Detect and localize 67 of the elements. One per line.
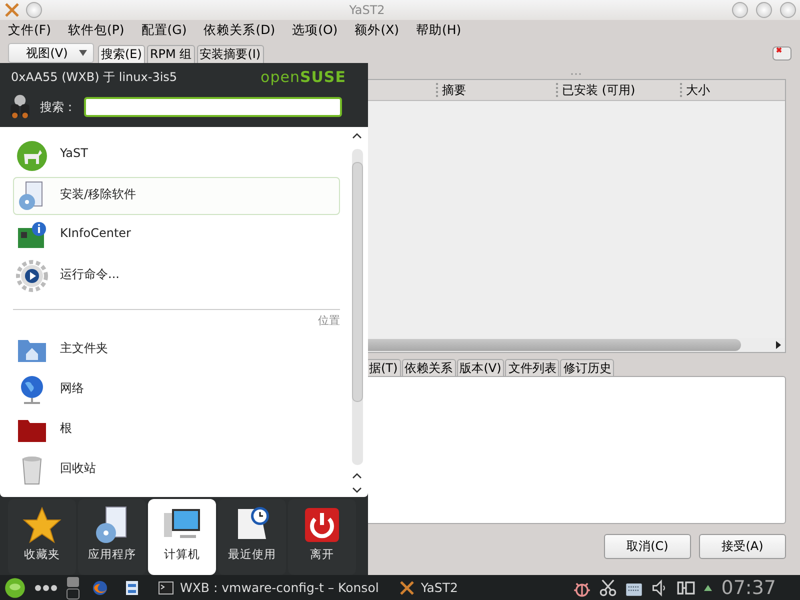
file-cabinet-icon[interactable] — [124, 580, 140, 596]
tools-icon — [4, 2, 20, 18]
taskbar-task[interactable]: WXB : vmware-config-t – Konsol — [152, 580, 385, 596]
launcher-button[interactable] — [4, 576, 26, 598]
star-icon — [22, 505, 62, 545]
search-field[interactable] — [84, 97, 342, 117]
resize-handle-icon[interactable] — [571, 73, 581, 75]
launcher-tab[interactable]: 最近使用 — [218, 499, 286, 575]
launcher-item[interactable]: 回收站 — [13, 451, 340, 489]
details-tab[interactable]: 文件列表 — [505, 359, 560, 376]
launcher-item[interactable]: 根 — [13, 411, 340, 449]
dialog-button[interactable]: 接受(A) — [699, 534, 786, 559]
tab[interactable]: 安装摘要(I) — [196, 45, 264, 63]
gear-play-icon — [16, 260, 48, 292]
taskbar-task[interactable]: YaST2 — [392, 580, 464, 596]
launcher-item[interactable]: 安装/移除软件 — [13, 177, 340, 215]
tab[interactable]: RPM 组 — [146, 45, 195, 63]
network-icon[interactable] — [677, 578, 696, 596]
details-tab[interactable]: 依赖关系 — [402, 359, 456, 376]
launcher-item[interactable]: 运行命令... — [13, 257, 340, 295]
dialog-button[interactable]: 取消(C) — [604, 534, 691, 559]
launcher-item[interactable]: 网络 — [13, 371, 340, 409]
menu-item[interactable]: 选项(O) — [292, 22, 338, 38]
menu-item[interactable]: 额外(X) — [354, 22, 400, 38]
details-tab[interactable]: 版本(V) — [456, 359, 504, 376]
launcher-tab[interactable]: 离开 — [288, 499, 356, 575]
tab[interactable]: 搜索(E) — [98, 45, 145, 63]
launcher-tab[interactable]: 应用程序 — [78, 499, 146, 575]
details-tab[interactable]: 据(T) — [366, 359, 401, 376]
launcher-item[interactable]: KInfoCenter — [13, 217, 340, 255]
more-icon[interactable] — [34, 584, 58, 592]
scroll-up-icon[interactable] — [352, 473, 362, 479]
launcher-tab[interactable]: 收藏夹 — [8, 499, 76, 575]
scrollbar-thumb[interactable] — [366, 339, 741, 351]
scroll-right-icon[interactable] — [776, 341, 781, 349]
scroll-down-icon[interactable] — [352, 487, 362, 493]
menu-item[interactable]: 配置(G) — [141, 22, 187, 38]
power-icon — [302, 505, 342, 545]
section-heading: 位置 — [317, 313, 340, 328]
caret-icon — [79, 50, 87, 56]
clock: 07:37 — [721, 576, 776, 598]
column-header[interactable]: 大小 — [680, 83, 766, 97]
browser-icon[interactable] — [92, 580, 108, 596]
scissors-icon[interactable] — [599, 578, 618, 596]
menu-item[interactable]: 软件包(P) — [68, 22, 124, 38]
details-tab[interactable]: 修订历史 — [560, 359, 614, 376]
animal-icon — [16, 140, 48, 172]
scrollbar-thumb[interactable] — [352, 162, 362, 402]
menu-item[interactable]: 文件(F) — [8, 22, 51, 38]
menu-item[interactable]: 依赖关系(D) — [204, 22, 276, 38]
expand-tray-icon[interactable] — [703, 584, 714, 592]
view-dropdown[interactable]: 视图(V) — [8, 43, 94, 63]
clear-icon[interactable] — [772, 45, 792, 61]
menu-item[interactable]: 帮助(H) — [416, 22, 462, 38]
brand-logo: openSUSE — [260, 68, 346, 86]
scroll-up-icon[interactable] — [352, 133, 362, 139]
column-header[interactable]: 摘要 — [436, 83, 556, 97]
terminal-icon — [158, 580, 174, 596]
desktop-pager-icon[interactable] — [66, 576, 80, 600]
tools-icon — [398, 580, 415, 596]
window-title: YaST2 — [348, 3, 386, 17]
launcher-item[interactable]: 主文件夹 — [13, 331, 340, 369]
search-label: 搜索： — [40, 98, 76, 116]
user-label: 0xAA55 (WXB) 于 linux-3is5 — [11, 68, 178, 86]
column-header[interactable]: 已安装 (可用) — [556, 83, 680, 97]
launcher-item[interactable]: YaST — [13, 137, 340, 175]
launcher-tab[interactable]: 计算机 — [148, 499, 216, 575]
